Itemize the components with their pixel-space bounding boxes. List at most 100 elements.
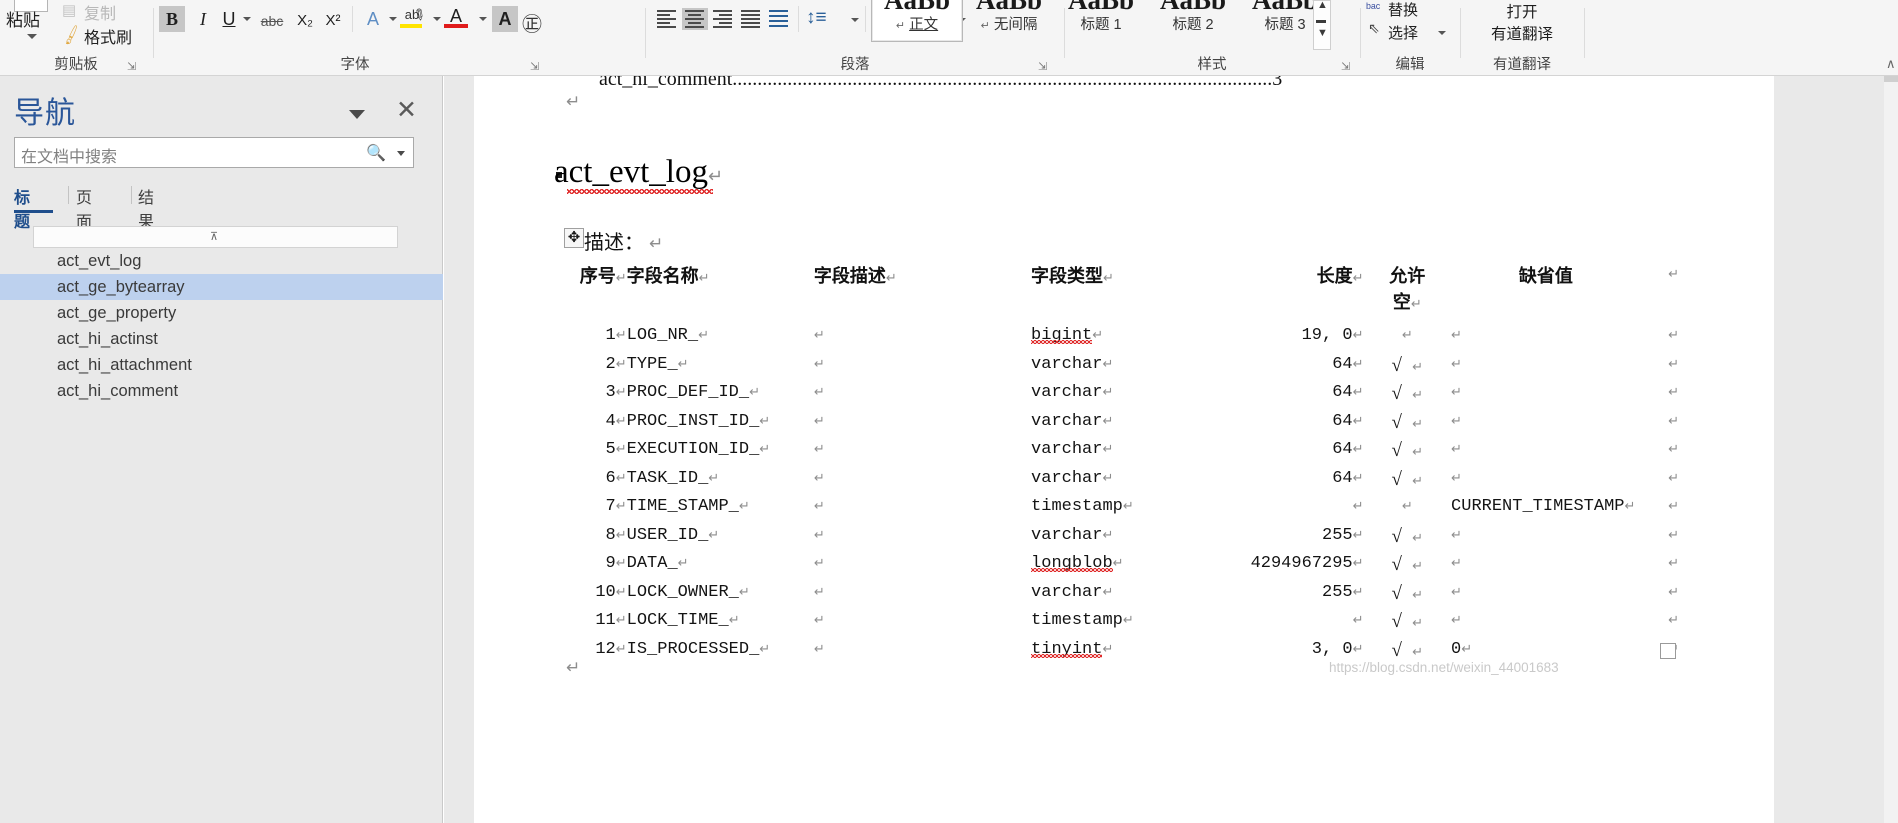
font-color-dropdown-arrow-icon[interactable] — [479, 17, 487, 21]
cell-field-name: EXECUTION_ID_↵ — [626, 440, 771, 459]
cell-field-name: LOG_NR_↵ — [626, 326, 709, 345]
copy-button[interactable]: 复制 — [84, 0, 116, 24]
select-dropdown-arrow-icon[interactable] — [1438, 31, 1446, 35]
cell-length: ↵ — [1352, 498, 1364, 513]
headings-scroll-top-box[interactable]: ⊼ — [33, 226, 398, 248]
scroll-to-top-icon[interactable]: ⊼ — [210, 230, 218, 243]
styles-scroll-down-icon[interactable]: ▼ — [1317, 27, 1328, 39]
divider — [153, 8, 154, 58]
highlight-dropdown-arrow-icon[interactable] — [433, 17, 441, 21]
cell-length: 64↵ — [1332, 468, 1364, 488]
cell-field-name: TASK_ID_↵ — [626, 468, 720, 488]
format-painter-button[interactable]: 格式刷 — [84, 24, 132, 48]
list-item[interactable]: act_hi_actinst — [0, 326, 443, 352]
scrollbar-thumb[interactable] — [1884, 76, 1898, 82]
copy-icon: ▤ — [62, 2, 77, 19]
tab-headings[interactable]: 标题 — [14, 184, 30, 232]
style-item-label: 无间隔 — [993, 17, 1038, 33]
column-header-field-type: 字段类型↵ — [1031, 266, 1114, 286]
cell-nullable: √ ↵ — [1391, 411, 1424, 433]
align-center-icon[interactable] — [682, 8, 708, 30]
cell-no: 1↵ — [605, 326, 627, 345]
cell-end: ↵ — [1668, 498, 1679, 513]
text-effects-dropdown-arrow-icon[interactable] — [389, 17, 397, 21]
align-left-icon[interactable] — [654, 8, 680, 30]
ribbon-group-youdao: 打开 有道翻译 有道翻译 — [1462, 0, 1582, 76]
ribbon-collapse-icon[interactable]: ∧ — [1886, 56, 1896, 72]
tab-results[interactable]: 结果 — [138, 184, 154, 232]
paste-button[interactable]: 粘贴 — [6, 6, 40, 31]
search-icon[interactable]: 🔍 — [366, 143, 386, 163]
style-item-wujiange[interactable]: AaBb ↵ 无间隔 — [963, 0, 1055, 42]
cell-end: ↵ — [1668, 384, 1679, 399]
paragraph-dialog-launcher-icon[interactable]: ⇲ — [1038, 60, 1047, 73]
style-item-label: 标题 2 — [1172, 17, 1214, 33]
font-dialog-launcher-icon[interactable]: ⇲ — [530, 60, 539, 73]
paste-dropdown-arrow-icon[interactable] — [27, 34, 37, 39]
cell-end: ↵ — [1668, 441, 1679, 456]
cell-default: ↵ — [1451, 583, 1462, 599]
table-move-handle-icon[interactable]: ✥ — [564, 228, 584, 248]
subscript-button[interactable]: X₂ — [292, 8, 318, 34]
style-item-zhengwen[interactable]: AaBb ↵ 正文 — [871, 0, 963, 42]
chevron-down-icon[interactable] — [345, 104, 369, 122]
replace-button[interactable]: 替换 — [1388, 0, 1418, 20]
close-icon[interactable]: ✕ — [396, 98, 417, 123]
align-justify-icon[interactable] — [738, 8, 764, 30]
active-tab-underline — [14, 210, 53, 213]
heading-text: act_evt_log — [554, 154, 708, 190]
list-item[interactable]: act_evt_log — [0, 248, 443, 274]
align-right-icon[interactable] — [710, 8, 736, 30]
cell-end: ↵ — [1668, 327, 1679, 342]
enclose-character-button[interactable]: ㊣ — [522, 8, 542, 37]
table-row: 1↵ LOG_NR_↵ ↵ bigint↵ 19, 0↵ ↵ ↵ ↵ — [559, 326, 1679, 355]
underline-dropdown-arrow-icon[interactable] — [243, 17, 251, 21]
style-item-biaoti2[interactable]: AaBb 标题 2 — [1147, 0, 1239, 42]
column-header-field-name: 字段名称↵ — [626, 266, 710, 286]
divider — [1460, 8, 1461, 58]
cell-end: ↵ — [1668, 555, 1679, 570]
cell-field-type: timestamp↵ — [1031, 611, 1134, 630]
cell-field-type: varchar↵ — [1031, 582, 1114, 602]
cell-length: 64↵ — [1332, 411, 1364, 431]
list-item[interactable]: act_hi_comment — [0, 378, 443, 404]
cell-default: CURRENT_TIMESTAMP↵ — [1451, 497, 1636, 516]
youdao-open-button[interactable]: 打开 — [1462, 0, 1582, 22]
table-row: 3↵ PROC_DEF_ID_↵ ↵ varchar↵ 64↵ √ ↵ ↵ ↵ — [559, 383, 1679, 412]
cell-nullable: ↵ — [1401, 498, 1413, 513]
search-options-chevron-down-icon[interactable] — [397, 151, 405, 156]
style-pilcrow-icon: ↵ — [895, 20, 906, 32]
document-vertical-scrollbar[interactable] — [1884, 76, 1898, 823]
cell-default: ↵ — [1451, 469, 1462, 485]
tab-pages[interactable]: 页面 — [76, 184, 92, 232]
table-resize-handle-icon[interactable] — [1660, 643, 1676, 659]
clipboard-dialog-launcher-icon[interactable]: ⇲ — [127, 60, 136, 73]
document-page[interactable]: act_hi_comment..........................… — [474, 76, 1774, 823]
char-shading-button[interactable]: A — [492, 6, 518, 32]
cell-field-name: IS_PROCESSED_↵ — [626, 639, 771, 659]
distribute-icon[interactable] — [766, 8, 792, 30]
list-item[interactable]: act_ge_bytearray — [0, 274, 443, 300]
cell-field-type: varchar↵ — [1031, 354, 1114, 374]
strikethrough-button[interactable]: abc — [255, 8, 289, 34]
text-effects-button[interactable]: A — [360, 6, 386, 32]
styles-dialog-launcher-icon[interactable]: ⇲ — [1341, 60, 1350, 73]
navigation-pane-title: 导航 — [14, 97, 76, 130]
bold-button[interactable]: B — [159, 6, 185, 32]
style-item-biaoti1[interactable]: AaBb 标题 1 — [1055, 0, 1147, 42]
italic-button[interactable]: I — [190, 6, 216, 32]
cell-field-desc: ↵ — [813, 469, 825, 485]
cell-field-desc: ↵ — [813, 384, 825, 399]
styles-gallery-scrollbar[interactable]: ▲ ▬ ▼ — [1313, 0, 1331, 50]
underline-button[interactable]: U — [216, 6, 242, 32]
select-button[interactable]: 选择 — [1388, 22, 1418, 43]
divider — [352, 6, 353, 32]
line-spacing-dropdown-arrow-icon[interactable] — [851, 18, 859, 22]
styles-scroll-up-icon[interactable]: ▲ — [1317, 0, 1328, 11]
search-input[interactable]: 在文档中搜索 🔍 — [14, 137, 414, 168]
superscript-button[interactable]: X² — [320, 8, 346, 34]
list-item[interactable]: act_ge_property — [0, 300, 443, 326]
list-item[interactable]: act_hi_attachment — [0, 352, 443, 378]
cell-end: ↵ — [1668, 612, 1679, 627]
line-spacing-icon[interactable]: ↕≡ — [806, 7, 827, 29]
